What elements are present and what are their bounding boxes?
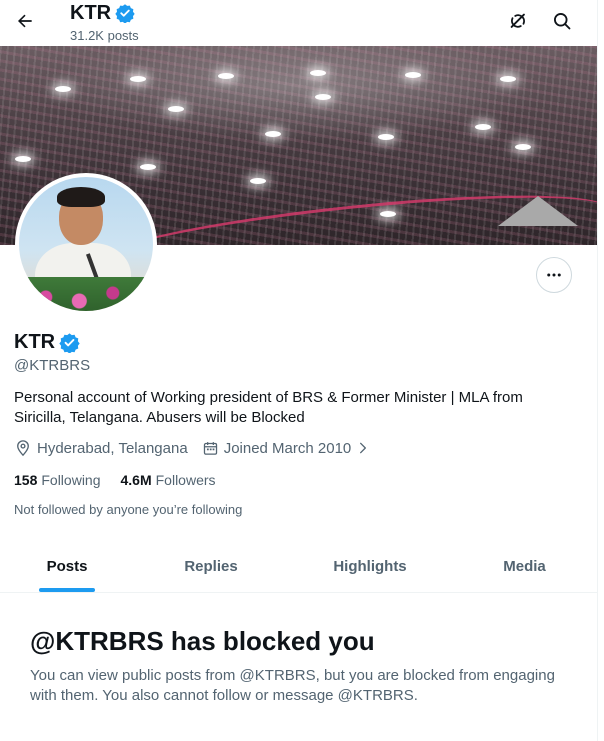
location-text: Hyderabad, Telangana bbox=[37, 439, 188, 457]
grok-icon bbox=[510, 13, 525, 28]
profile-joined[interactable]: Joined March 2010 bbox=[202, 440, 371, 457]
following-count: 158 bbox=[14, 472, 38, 488]
verified-badge-icon bbox=[59, 332, 80, 353]
top-bar: KTR 31.2K posts bbox=[0, 0, 597, 46]
location-icon bbox=[17, 440, 29, 457]
header-posts-count: 31.2K posts bbox=[70, 28, 139, 43]
profile-page: KTR 31.2K posts KTR @KTRBRS Personal acc… bbox=[0, 0, 597, 741]
tab-label: Replies bbox=[184, 557, 238, 575]
profile-meta: Hyderabad, Telangana Joined March 2010 bbox=[14, 439, 384, 457]
blocked-description: You can view public posts from @KTRBRS, … bbox=[30, 667, 555, 704]
avatar-image bbox=[19, 177, 153, 311]
active-tab-indicator bbox=[39, 588, 95, 592]
tab-label: Highlights bbox=[333, 557, 407, 575]
not-followed-text: Not followed by anyone you’re following bbox=[14, 502, 243, 517]
more-options-button[interactable] bbox=[536, 257, 572, 293]
profile-handle: @KTRBRS bbox=[14, 357, 91, 374]
search-icon bbox=[554, 13, 571, 30]
banner-tent-shape bbox=[498, 196, 578, 226]
followers-label: Followers bbox=[155, 472, 216, 488]
grok-button[interactable] bbox=[502, 5, 534, 37]
tab-highlights[interactable]: Highlights bbox=[288, 540, 452, 592]
calendar-icon bbox=[203, 441, 217, 455]
back-button[interactable] bbox=[8, 4, 42, 38]
profile-tabs: Posts Replies Highlights Media bbox=[0, 540, 597, 593]
tab-replies[interactable]: Replies bbox=[134, 540, 288, 592]
header-name: KTR bbox=[70, 2, 112, 24]
tab-media[interactable]: Media bbox=[452, 540, 597, 592]
tab-label: Media bbox=[503, 557, 546, 575]
following-link[interactable]: 158 Following bbox=[14, 472, 101, 488]
search-button[interactable] bbox=[546, 5, 578, 37]
followers-link[interactable]: 4.6M Followers bbox=[121, 472, 216, 488]
following-label: Following bbox=[41, 472, 101, 488]
arrow-left-icon bbox=[18, 14, 32, 28]
blocked-title: @KTRBRS has blocked you bbox=[30, 626, 375, 656]
followers-count: 4.6M bbox=[120, 472, 152, 488]
more-icon bbox=[547, 273, 561, 277]
column-divider bbox=[597, 0, 598, 741]
verified-badge-icon bbox=[115, 4, 135, 23]
header-title: KTR 31.2K posts bbox=[70, 2, 139, 43]
profile-name: KTR bbox=[14, 331, 56, 353]
tab-label: Posts bbox=[46, 557, 88, 575]
tab-posts[interactable]: Posts bbox=[0, 540, 134, 592]
profile-location: Hyderabad, Telangana bbox=[14, 439, 188, 457]
profile-name-row: KTR bbox=[14, 330, 80, 354]
chevron-right-icon bbox=[360, 442, 367, 454]
avatar[interactable] bbox=[15, 173, 157, 315]
follow-stats: 158 Following 4.6M Followers bbox=[14, 472, 236, 488]
profile-bio: Personal account of Working president of… bbox=[14, 389, 523, 426]
joined-text: Joined March 2010 bbox=[223, 439, 352, 457]
